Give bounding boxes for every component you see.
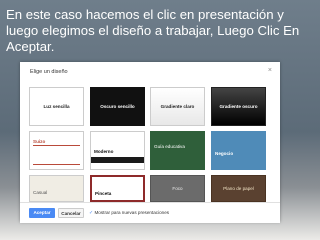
theme-gradiente-oscuro[interactable]: Gradiente oscuro xyxy=(211,87,266,126)
check-icon: ✓ xyxy=(89,210,94,216)
theme-label: Suizo xyxy=(33,139,46,144)
theme-label: Casual xyxy=(33,190,48,195)
theme-pinceta[interactable]: Pinceta xyxy=(90,175,145,202)
theme-oscuro-sencillo[interactable]: Oscuro sencillo xyxy=(90,87,145,126)
theme-label: Pinceta xyxy=(95,191,112,196)
cancel-button[interactable]: Cancelar xyxy=(58,208,84,218)
theme-suizo[interactable]: Suizo xyxy=(29,131,84,170)
theme-foco[interactable]: Foco xyxy=(150,175,205,202)
theme-label: Foco xyxy=(172,186,183,191)
theme-label: Oscuro sencillo xyxy=(100,104,135,109)
theme-bar xyxy=(91,157,144,163)
theme-label: Negocio xyxy=(215,151,234,156)
theme-negocio[interactable]: Negocio xyxy=(211,131,266,170)
theme-divider xyxy=(33,164,80,165)
show-for-new-checkbox[interactable]: ✓ Mostrar para nuevas presentaciones xyxy=(89,210,169,216)
theme-label: Moderno xyxy=(94,149,114,154)
theme-gradiente-claro[interactable]: Gradiente claro xyxy=(150,87,205,126)
theme-label: Plano de papel xyxy=(223,186,254,191)
theme-moderno[interactable]: Moderno xyxy=(90,131,145,170)
dialog-title: Elige un diseño xyxy=(30,69,68,75)
theme-casual[interactable]: Casual xyxy=(29,175,84,202)
theme-label: Luz sencilla xyxy=(43,104,70,109)
show-for-new-label: Mostrar para nuevas presentaciones xyxy=(94,210,170,215)
theme-label: Gradiente claro xyxy=(160,104,195,109)
dialog-footer: Aceptar Cancelar ✓ Mostrar para nuevas p… xyxy=(20,202,280,223)
theme-guia-educativa[interactable]: Guía educativa xyxy=(150,131,205,170)
theme-plano-de-papel[interactable]: Plano de papel xyxy=(211,175,266,202)
accept-button[interactable]: Aceptar xyxy=(29,208,55,218)
theme-dialog: Elige un diseño × Luz sencilla Oscuro se… xyxy=(20,62,280,223)
close-icon[interactable]: × xyxy=(268,67,272,74)
theme-divider xyxy=(33,145,80,146)
slide-caption: En este caso hacemos el clic en presenta… xyxy=(6,7,300,54)
theme-label: Guía educativa xyxy=(154,144,185,149)
theme-luz-sencilla[interactable]: Luz sencilla xyxy=(29,87,84,126)
theme-grid: Luz sencilla Oscuro sencillo Gradiente c… xyxy=(20,87,280,202)
theme-label: Gradiente oscuro xyxy=(219,104,258,109)
